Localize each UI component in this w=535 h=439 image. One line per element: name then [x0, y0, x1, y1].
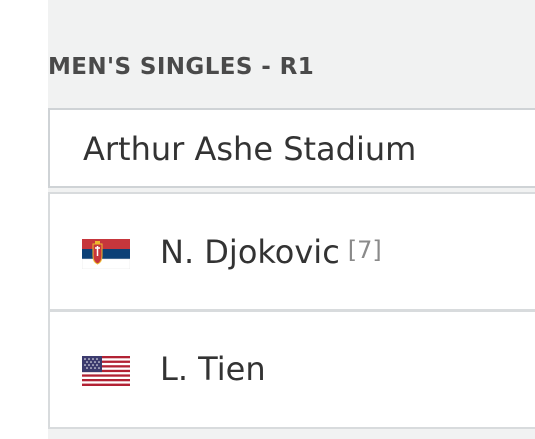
round-label: MEN'S SINGLES - R1 — [48, 54, 315, 80]
match-card: MEN'S SINGLES - R1 Arthur Ashe Stadium N… — [0, 0, 535, 439]
player-name: N. Djokovic — [160, 233, 340, 271]
serbia-flag-icon — [82, 239, 130, 269]
player-row-tien[interactable]: L. Tien — [48, 310, 535, 429]
usa-flag-icon — [82, 356, 130, 386]
court-name: Arthur Ashe Stadium — [83, 130, 417, 168]
player-name: L. Tien — [160, 350, 266, 388]
court-box: Arthur Ashe Stadium — [48, 108, 535, 188]
player-seed: [7] — [347, 236, 382, 264]
player-row-djokovic[interactable]: N. Djokovic [7] — [48, 192, 535, 311]
